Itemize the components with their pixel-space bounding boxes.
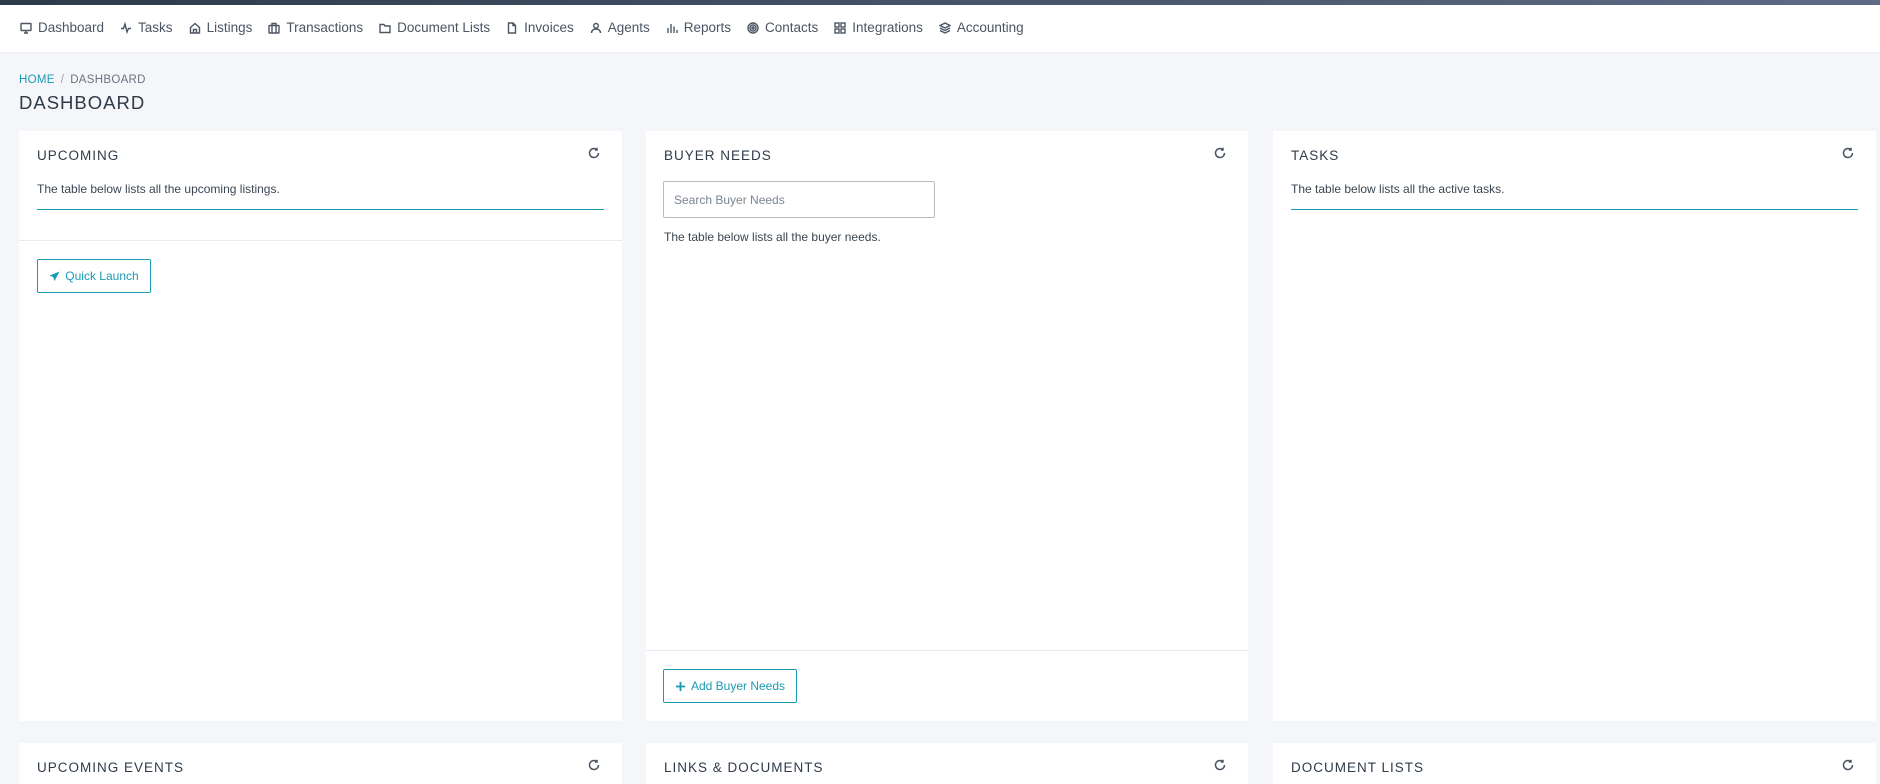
- nav-listings[interactable]: Listings: [189, 20, 253, 35]
- card-divider: [646, 650, 1248, 651]
- nav-reports[interactable]: Reports: [666, 20, 731, 35]
- rocket-icon: [49, 270, 60, 281]
- refresh-icon[interactable]: [588, 146, 600, 159]
- buyer-needs-search-input[interactable]: [663, 181, 935, 218]
- nav-label: Invoices: [524, 20, 574, 35]
- buyer-needs-card: BUYER NEEDS The table below lists all th…: [646, 131, 1248, 721]
- breadcrumb: HOME / DASHBOARD: [19, 74, 146, 86]
- card-title: TASKS: [1291, 148, 1340, 163]
- card-title: UPCOMING: [37, 148, 120, 163]
- nav-label: Reports: [683, 20, 732, 35]
- nav-label: Document Lists: [397, 20, 491, 35]
- card-title: UPCOMING EVENTS: [37, 760, 185, 775]
- activity-icon: [120, 20, 132, 34]
- top-navbar: Dashboard Tasks Listings Transactions Do…: [0, 0, 1880, 52]
- nav-label: Agents: [607, 20, 650, 35]
- table-underline: [1291, 209, 1858, 210]
- tasks-card: TASKS The table below lists all the acti…: [1273, 131, 1876, 721]
- breadcrumb-separator: /: [60, 74, 65, 86]
- breadcrumb-home-link[interactable]: HOME: [19, 74, 55, 86]
- nav-invoices[interactable]: Invoices: [506, 20, 574, 35]
- monitor-icon: [20, 22, 32, 34]
- card-title: LINKS & DOCUMENTS: [664, 760, 824, 775]
- card-description: The table below lists all the upcoming l…: [37, 182, 280, 196]
- grid-icon: [834, 21, 846, 34]
- plus-icon: [675, 681, 686, 691]
- page-title: DASHBOARD: [19, 92, 146, 113]
- user-icon: [590, 22, 602, 34]
- quick-launch-button[interactable]: Quick Launch: [37, 259, 151, 293]
- layers-icon: [938, 21, 952, 34]
- nav-label: Accounting: [956, 20, 1024, 35]
- nav-accounting[interactable]: Accounting: [938, 20, 1024, 35]
- briefcase-icon: [268, 22, 281, 34]
- refresh-icon[interactable]: [1842, 146, 1854, 159]
- nav-label: Listings: [206, 20, 253, 35]
- nav-label: Contacts: [765, 20, 819, 35]
- file-icon: [506, 21, 518, 34]
- nav-label: Dashboard: [38, 20, 105, 35]
- card-description: The table below lists all the active tas…: [1291, 182, 1505, 196]
- add-buyer-needs-button[interactable]: Add Buyer Needs: [663, 669, 797, 703]
- nav-label: Transactions: [286, 20, 364, 35]
- nav-transactions[interactable]: Transactions: [268, 20, 363, 35]
- home-icon: [189, 22, 201, 34]
- breadcrumb-current: DASHBOARD: [70, 74, 146, 86]
- refresh-icon[interactable]: [1214, 146, 1226, 159]
- button-label: Add Buyer Needs: [690, 679, 786, 693]
- nav-tasks[interactable]: Tasks: [120, 20, 173, 35]
- nav-agents[interactable]: Agents: [590, 20, 650, 35]
- refresh-icon[interactable]: [588, 758, 600, 771]
- upcoming-card: UPCOMING The table below lists all the u…: [19, 131, 622, 721]
- button-label: Quick Launch: [65, 269, 139, 283]
- refresh-icon[interactable]: [1214, 758, 1226, 771]
- upcoming-events-card: UPCOMING EVENTS: [19, 743, 622, 784]
- links-documents-card: LINKS & DOCUMENTS: [646, 743, 1248, 784]
- nav-dashboard[interactable]: Dashboard: [20, 20, 104, 35]
- target-icon: [747, 21, 759, 34]
- card-title: DOCUMENT LISTS: [1291, 760, 1425, 775]
- document-lists-card: DOCUMENT LISTS: [1273, 743, 1876, 784]
- nav-contacts[interactable]: Contacts: [747, 20, 818, 35]
- nav-document-lists[interactable]: Document Lists: [379, 20, 490, 35]
- table-underline: [37, 209, 604, 210]
- card-divider: [19, 240, 622, 241]
- card-description: The table below lists all the buyer need…: [664, 230, 881, 244]
- refresh-icon[interactable]: [1842, 758, 1854, 771]
- nav-label: Tasks: [138, 20, 173, 35]
- main-nav: Dashboard Tasks Listings Transactions Do…: [20, 20, 1040, 35]
- card-title: BUYER NEEDS: [664, 148, 772, 163]
- folder-icon: [379, 22, 391, 34]
- nav-label: Integrations: [852, 20, 923, 35]
- bar-chart-icon: [666, 22, 678, 34]
- nav-integrations[interactable]: Integrations: [834, 20, 923, 35]
